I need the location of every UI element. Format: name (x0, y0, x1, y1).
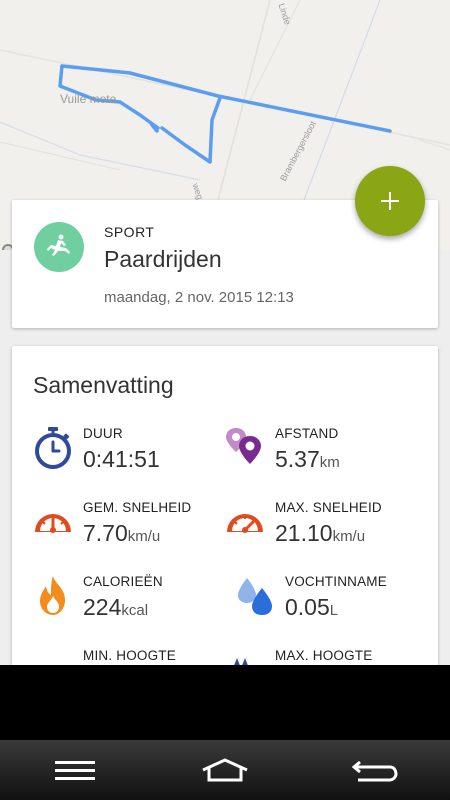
stat-duration: DUUR 0:41:51 (33, 426, 233, 486)
summary-card: Samenvatting DUUR 0:41:51 AFSTAND 5.37km… (12, 346, 438, 665)
stat-label: VOCHTINNAME (285, 574, 387, 589)
sport-icon-circle (34, 222, 84, 272)
app-screen: Vuile mote Linde Brambergersloot weg gle… (0, 0, 450, 665)
water-drops-icon (238, 578, 272, 615)
map-label-vuile: Vuile mote (60, 92, 117, 106)
stat-value: 5.37km (275, 446, 340, 472)
menu-icon (55, 761, 95, 780)
stat-label: AFSTAND (275, 426, 339, 441)
summary-title: Samenvatting (33, 372, 174, 398)
horse-rider-icon (47, 234, 70, 256)
add-button[interactable] (355, 166, 425, 236)
flame-icon (40, 576, 65, 615)
stopwatch-icon (35, 427, 71, 469)
sport-name: Paardrijden (104, 246, 222, 272)
stat-value: 0:41:51 (83, 446, 160, 472)
stat-label: GEM. SNELHEID (83, 500, 192, 515)
stat-value: 21.10km/u (275, 520, 366, 546)
plus-icon (381, 192, 399, 210)
activity-date: maandag, 2 nov. 2015 12:13 (104, 289, 294, 306)
stat-label: MAX. HOOGTE (275, 648, 373, 663)
stat-hydration: VOCHTINNAME 0.05L (235, 574, 435, 634)
stat-max-speed: MAX. SNELHEID 21.10km/u (225, 500, 425, 560)
stat-max-altitude: MAX. HOOGTE (225, 648, 425, 665)
stat-label: DUUR (83, 426, 123, 441)
stat-value: 7.70km/u (83, 520, 161, 546)
stat-value: 0.05L (285, 594, 339, 620)
stat-min-altitude: MIN. HOOGTE (33, 648, 233, 665)
stat-label: MIN. HOOGTE (83, 648, 176, 663)
stat-label: CALORIEËN (83, 574, 163, 589)
stat-distance: AFSTAND 5.37km (225, 426, 425, 486)
stat-value: 224kcal (83, 594, 149, 620)
stat-calories: CALORIEËN 224kcal (33, 574, 233, 634)
home-icon (202, 758, 248, 782)
sport-label: SPORT (104, 224, 155, 240)
speedometer-max-icon (227, 514, 263, 533)
home-button[interactable] (195, 750, 255, 790)
speedometer-avg-icon (35, 514, 71, 533)
stat-label: MAX. SNELHEID (275, 500, 382, 515)
location-pins-icon (226, 428, 261, 464)
menu-button[interactable] (45, 750, 105, 790)
back-button[interactable] (345, 750, 405, 790)
back-icon (352, 760, 398, 782)
mountain-icon (234, 658, 248, 665)
system-nav-bar (0, 740, 450, 800)
stat-avg-speed: GEM. SNELHEID 7.70km/u (33, 500, 233, 560)
